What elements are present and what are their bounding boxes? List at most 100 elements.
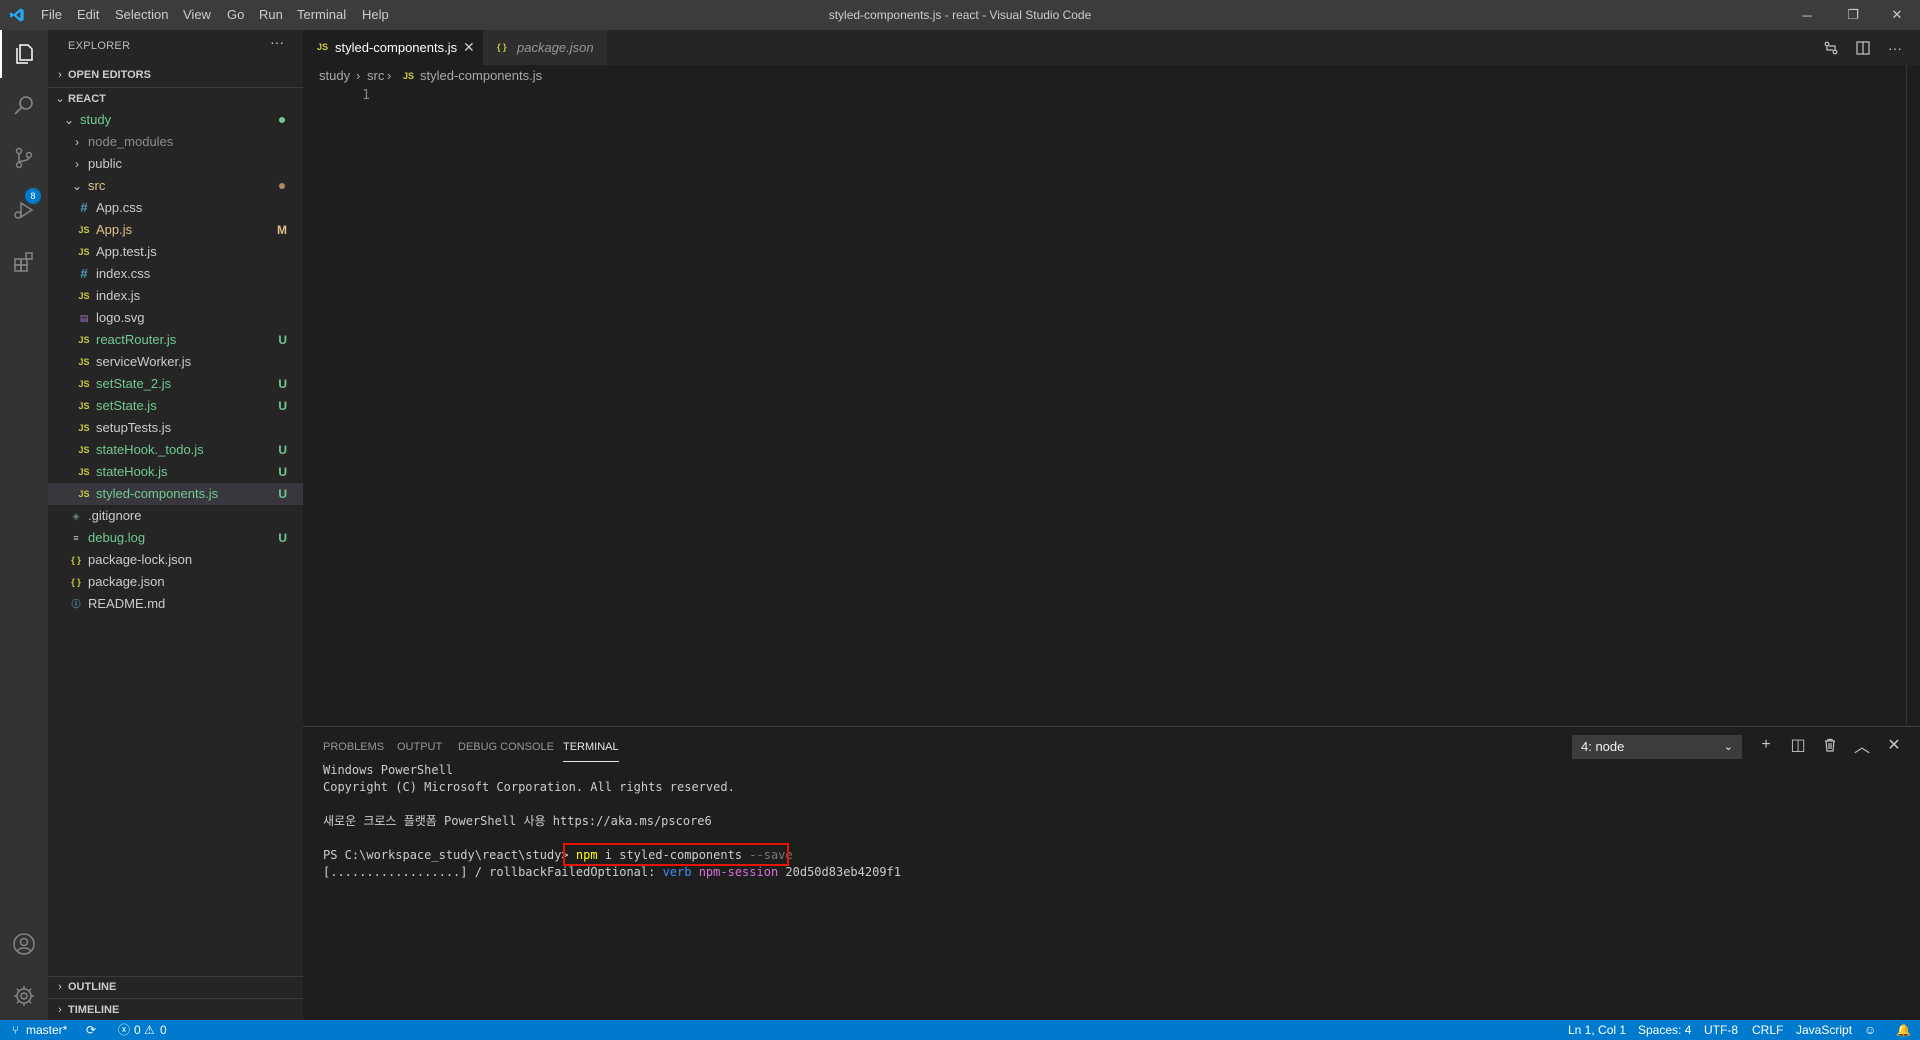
cursor-position[interactable]: Ln 1, Col 1: [1568, 1020, 1626, 1040]
tab-output[interactable]: OUTPUT: [397, 741, 442, 761]
run-debug-icon[interactable]: [0, 186, 48, 234]
open-changes-icon[interactable]: [1816, 30, 1846, 65]
tree-item[interactable]: # App.css: [48, 197, 303, 219]
language-mode[interactable]: JavaScript: [1796, 1020, 1852, 1040]
tab-debug-console[interactable]: DEBUG CONSOLE: [458, 741, 554, 761]
tree-item-label: reactRouter.js: [96, 332, 177, 347]
editor-scrollbar[interactable]: [1906, 65, 1920, 725]
tree-item[interactable]: # index.css: [48, 263, 303, 285]
js-file-icon: JS: [78, 423, 90, 433]
terminal-select[interactable]: 4: node ⌄: [1572, 735, 1742, 759]
tree-item[interactable]: JS App.js M: [48, 219, 303, 241]
tree-item[interactable]: { } package.json: [48, 571, 303, 593]
git-status-badge: M: [277, 223, 287, 237]
chevron-right-icon: ›: [75, 157, 79, 171]
tree-item[interactable]: JS setupTests.js: [48, 417, 303, 439]
maximize-panel-icon[interactable]: ︿: [1848, 732, 1876, 758]
title-bar: File Edit Selection View Go Run Terminal…: [0, 0, 1920, 30]
tab-problems[interactable]: PROBLEMS: [323, 741, 384, 761]
accounts-icon[interactable]: [0, 920, 48, 968]
git-status-dot: [279, 183, 285, 189]
manage-gear-icon[interactable]: [0, 972, 48, 1020]
extensions-icon[interactable]: [0, 238, 48, 286]
menu-run[interactable]: Run: [252, 0, 290, 30]
tree-item-label: README.md: [88, 596, 166, 611]
tree-item-label: stateHook.js: [96, 464, 168, 479]
tree-item-label: index.js: [96, 288, 141, 303]
split-editor-icon[interactable]: [1848, 30, 1878, 65]
new-terminal-icon[interactable]: +: [1752, 732, 1780, 758]
menu-selection[interactable]: Selection: [108, 0, 175, 30]
tree-item[interactable]: › node_modules: [48, 131, 303, 153]
tree-item[interactable]: JS App.test.js: [48, 241, 303, 263]
tree-item[interactable]: ⌄ study: [48, 109, 303, 131]
chevron-down-icon: ⌄: [55, 93, 65, 105]
git-status-badge: U: [278, 443, 287, 457]
breadcrumb-file[interactable]: styled-components.js: [420, 65, 542, 87]
search-icon[interactable]: [0, 82, 48, 130]
tree-item[interactable]: ⓘ README.md: [48, 593, 303, 615]
tree-item-label: study: [80, 112, 112, 127]
menu-edit[interactable]: Edit: [70, 0, 106, 30]
feedback-icon[interactable]: ☺: [1864, 1020, 1876, 1040]
sync-icon[interactable]: ⟳: [86, 1020, 96, 1040]
close-panel-icon[interactable]: ✕: [1880, 732, 1908, 758]
tree-item[interactable]: JS styled-components.js U: [48, 483, 303, 505]
git-status-badge: U: [278, 487, 287, 501]
tree-item[interactable]: ◈ .gitignore: [48, 505, 303, 527]
tab-styled-components[interactable]: JS styled-components.js ✕: [303, 30, 483, 65]
tree-item[interactable]: JS index.js: [48, 285, 303, 307]
breadcrumb-study[interactable]: study: [319, 65, 350, 87]
more-actions-icon[interactable]: ···: [270, 34, 284, 50]
source-control-icon[interactable]: [0, 134, 48, 182]
tree-item-label: App.js: [96, 222, 133, 237]
git-branch[interactable]: master*: [26, 1020, 67, 1040]
close-tab-icon[interactable]: ✕: [463, 30, 475, 65]
encoding[interactable]: UTF-8: [1704, 1020, 1738, 1040]
code-area[interactable]: [386, 88, 1886, 708]
tree-item[interactable]: JS serviceWorker.js: [48, 351, 303, 373]
tree-item[interactable]: JS stateHook.js U: [48, 461, 303, 483]
tree-item[interactable]: JS stateHook._todo.js U: [48, 439, 303, 461]
tab-package-json[interactable]: { } package.json: [483, 30, 607, 65]
open-editors-section[interactable]: › OPEN EDITORS: [48, 64, 303, 86]
minimize-button[interactable]: ─: [1784, 0, 1830, 30]
chevron-right-icon: ›: [58, 981, 62, 993]
error-count[interactable]: 0: [134, 1020, 141, 1040]
end-of-line[interactable]: CRLF: [1752, 1020, 1783, 1040]
indentation[interactable]: Spaces: 4: [1638, 1020, 1691, 1040]
tree-item[interactable]: › public: [48, 153, 303, 175]
tree-item[interactable]: JS setState_2.js U: [48, 373, 303, 395]
explorer-icon[interactable]: [0, 30, 48, 78]
outline-section[interactable]: › OUTLINE: [48, 976, 303, 998]
react-folder-section[interactable]: ⌄ REACT: [48, 87, 303, 110]
notifications-bell-icon[interactable]: 🔔: [1896, 1020, 1911, 1040]
tree-item[interactable]: { } package-lock.json: [48, 549, 303, 571]
menu-go[interactable]: Go: [220, 0, 251, 30]
kill-terminal-icon[interactable]: [1816, 732, 1844, 758]
tree-item[interactable]: ⌄ src: [48, 175, 303, 197]
tree-item[interactable]: JS setState.js U: [48, 395, 303, 417]
menu-help[interactable]: Help: [355, 0, 396, 30]
open-editors-label: OPEN EDITORS: [68, 69, 151, 81]
git-status-badge: U: [278, 333, 287, 347]
js-file-icon: JS: [78, 379, 90, 389]
js-file-icon: JS: [78, 247, 90, 257]
more-editor-actions-icon[interactable]: ···: [1880, 30, 1910, 65]
tree-item[interactable]: ▤ logo.svg: [48, 307, 303, 329]
close-window-button[interactable]: ✕: [1874, 0, 1920, 30]
menu-terminal[interactable]: Terminal: [290, 0, 353, 30]
breadcrumb-src[interactable]: src: [367, 65, 384, 87]
menu-view[interactable]: View: [176, 0, 218, 30]
log-file-icon: ≡: [73, 533, 79, 543]
menu-file[interactable]: File: [34, 0, 69, 30]
tree-item[interactable]: ≡ debug.log U: [48, 527, 303, 549]
tab-terminal[interactable]: TERMINAL: [563, 741, 619, 762]
split-terminal-icon[interactable]: ◫: [1784, 732, 1812, 758]
tree-item[interactable]: JS reactRouter.js U: [48, 329, 303, 351]
warning-count[interactable]: 0: [160, 1020, 167, 1040]
terminal-prompt: PS C:\workspace_study\react\study>: [323, 848, 576, 862]
timeline-section[interactable]: › TIMELINE: [48, 998, 303, 1021]
tree-item-label: node_modules: [88, 134, 174, 149]
restore-button[interactable]: ❐: [1830, 0, 1876, 30]
